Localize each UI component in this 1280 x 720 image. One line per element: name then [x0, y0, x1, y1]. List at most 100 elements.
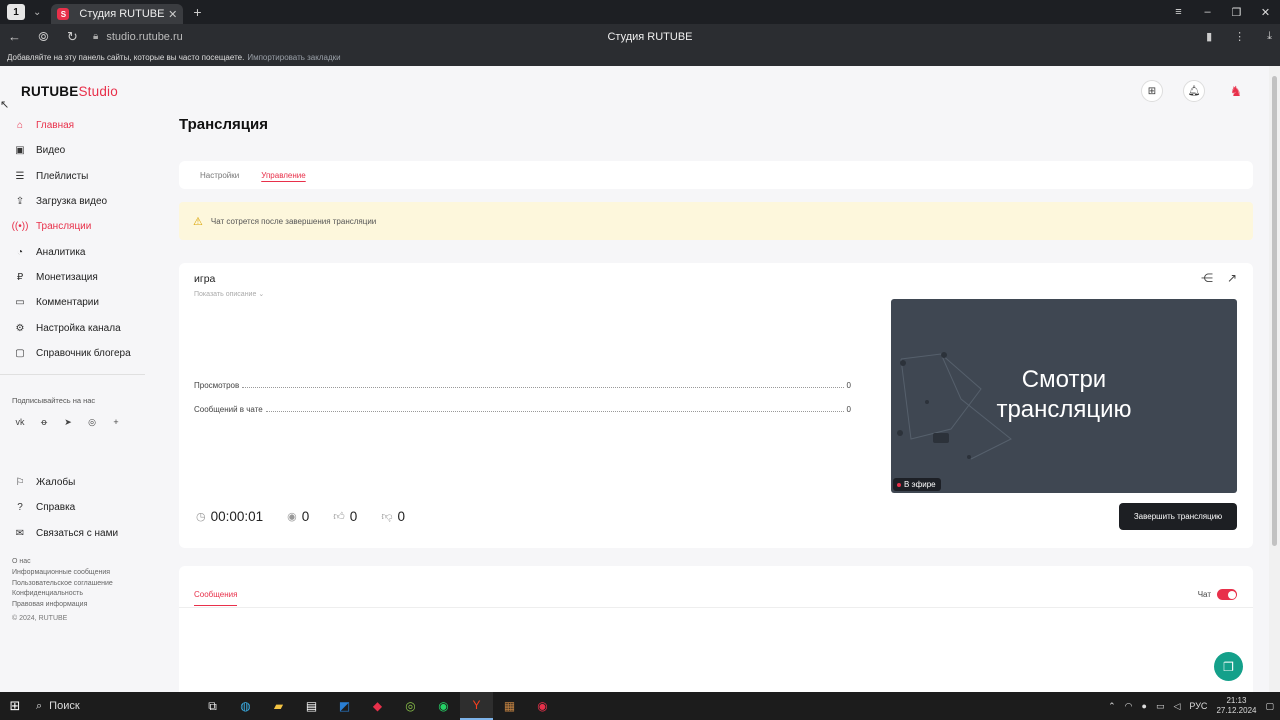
app-green-icon[interactable]: ◎	[394, 692, 427, 720]
sidebar-item-label: Справка	[36, 502, 76, 514]
page-scrollbar[interactable]	[1269, 66, 1280, 692]
stream-player[interactable]: Смотри трансляцию В эфире	[891, 299, 1237, 493]
whatsapp-icon[interactable]: ◉	[427, 692, 460, 720]
microphone-icon[interactable]: ●	[1142, 701, 1147, 711]
sidebar-item-channel-settings[interactable]: ⚙ Настройка канала	[0, 315, 145, 340]
browser-tab-bar: 1 ⌄ S Студия RUTUBE ✕ + ≡ – ❐ ✕	[0, 0, 1280, 24]
sidebar-item-contact[interactable]: ✉ Связаться с нами	[0, 521, 145, 546]
footer-link[interactable]: Правовая информация	[12, 600, 113, 611]
duration-value: 00:00:01	[210, 509, 264, 524]
sidebar-item-label: Связаться с нами	[36, 527, 119, 539]
sidebar-item-analytics[interactable]: ◔ Аналитика	[0, 239, 145, 264]
sidebar-item-home[interactable]: ⌂ Главная	[0, 113, 145, 138]
sidebar-item-label: Жалобы	[36, 477, 76, 489]
task-view-icon[interactable]: ⧉	[196, 692, 229, 720]
volume-icon[interactable]: ◁	[1173, 701, 1180, 712]
close-window-icon[interactable]: ✕	[1251, 6, 1280, 19]
keyboard-language[interactable]: РУС	[1189, 701, 1207, 711]
camera-icon[interactable]: ▭	[1156, 701, 1165, 712]
yandex-browser-icon[interactable]: Y	[460, 692, 493, 720]
sidebar-item-label: Аналитика	[36, 246, 86, 258]
rutube-favicon-icon: S	[57, 8, 70, 20]
tray-expand-icon[interactable]: ⌃	[1108, 701, 1116, 712]
share-icon[interactable]: ⋲	[1201, 271, 1213, 285]
messages-card: Сообщения Чат	[179, 566, 1253, 692]
download-icon[interactable]: ⤓	[1267, 30, 1272, 43]
warning-text: Чат сотрется после завершения трансляции	[210, 216, 377, 226]
stat-value: 0	[846, 405, 851, 414]
app-record-icon[interactable]: ◉	[526, 692, 559, 720]
edge-icon[interactable]: ◍	[229, 692, 262, 720]
end-stream-button[interactable]: Завершить трансляцию	[1119, 503, 1237, 530]
tab-messages[interactable]: Сообщения	[194, 590, 238, 606]
bookmarks-bar: Добавляйте на эту панель сайты, которые …	[0, 49, 1280, 66]
menu-icon[interactable]: ≡	[1164, 6, 1193, 18]
more-socials-icon[interactable]: +	[110, 417, 122, 428]
sidebar-item-label: Монетизация	[36, 271, 98, 283]
taskbar-apps: ⧉ ◍ ▰ ▤ ◩ ◆ ◎ ◉ Y ▦ ◉	[196, 692, 559, 720]
ok-icon[interactable]: ꝋ	[38, 417, 50, 428]
sidebar-item-upload[interactable]: ⇪ Загрузка видео	[0, 189, 145, 214]
vk-icon[interactable]: vk	[14, 417, 26, 428]
taskbar-search[interactable]: ⌕ Поиск	[36, 700, 166, 713]
taskbar-clock[interactable]: 21:13 27.12.2024	[1216, 696, 1256, 716]
windows-start-icon[interactable]: ⊞	[0, 698, 30, 714]
viber-icon[interactable]: ◎	[86, 417, 98, 428]
sidebar-item-blogger-guide[interactable]: ▢ Справочник блогера	[0, 341, 145, 366]
footer-link[interactable]: О нас	[12, 557, 113, 568]
import-bookmarks-link[interactable]: Импортировать закладки	[247, 53, 340, 62]
tab-management[interactable]: Управление	[261, 171, 305, 180]
support-chat-button[interactable]: ❐	[1214, 652, 1243, 681]
scrollbar-thumb[interactable]	[1272, 76, 1277, 546]
app-brown-icon[interactable]: ▦	[493, 692, 526, 720]
workspace-badge[interactable]: 1	[7, 4, 25, 20]
outlook-icon[interactable]: ◩	[328, 692, 361, 720]
more-icon[interactable]: ⋮	[1234, 30, 1245, 43]
likes-value: 0	[349, 509, 358, 524]
file-explorer-icon[interactable]: ▰	[262, 692, 295, 720]
chat-switch[interactable]	[1217, 589, 1237, 600]
maximize-icon[interactable]: ❐	[1222, 6, 1251, 19]
rutube-studio-logo[interactable]: RUTUBEStudio	[21, 84, 118, 99]
create-icon[interactable]: ⊞	[1141, 80, 1163, 102]
footer-link[interactable]: Конфиденциальность	[12, 589, 113, 600]
stat-label: Сообщений в чате	[194, 405, 263, 414]
network-icon[interactable]: ◠	[1125, 701, 1133, 712]
sidebar-item-monetization[interactable]: ₽ Монетизация	[0, 265, 145, 290]
warning-icon: ⚠	[193, 215, 203, 228]
bookmark-icon[interactable]: ▮	[1206, 30, 1212, 43]
browser-tab[interactable]: S Студия RUTUBE ✕	[51, 4, 184, 24]
stream-card-actions: ⋲ ↗	[1201, 271, 1237, 285]
ruble-icon: ₽	[16, 271, 24, 283]
new-tab-icon[interactable]: +	[193, 4, 201, 20]
sidebar-item-broadcasts[interactable]: ((•)) Трансляции	[0, 214, 145, 239]
player-text-line-2: трансляцию	[996, 396, 1132, 423]
sidebar-secondary: ⚐ Жалобы ? Справка ✉ Связаться с нами	[0, 470, 145, 546]
close-tab-icon[interactable]: ✕	[168, 8, 177, 21]
likes-counter: 👍︎ 0	[333, 509, 357, 524]
app-red-icon[interactable]: ◆	[361, 692, 394, 720]
notifications-icon[interactable]: 🔔︎	[1183, 80, 1205, 102]
external-link-icon[interactable]: ↗	[1227, 271, 1237, 285]
sidebar-item-complaints[interactable]: ⚐ Жалобы	[0, 470, 145, 495]
avatar[interactable]: ♞	[1225, 80, 1247, 102]
sidebar-item-playlists[interactable]: ☰ Плейлисты	[0, 164, 145, 189]
footer-link[interactable]: Пользовательское соглашение	[12, 579, 113, 590]
minimize-icon[interactable]: –	[1193, 6, 1222, 18]
store-icon[interactable]: ▤	[295, 692, 328, 720]
sidebar-item-label: Комментарии	[36, 297, 99, 309]
show-description-link[interactable]: Показать описание ⌄	[194, 290, 264, 298]
home-icon: ⌂	[16, 120, 24, 132]
chevron-down-icon[interactable]: ⌄	[33, 7, 41, 18]
sidebar-item-comments[interactable]: ▭ Комментарии	[0, 290, 145, 315]
duration-counter: ◷ 00:00:01	[196, 509, 263, 524]
broadcast-icon: ((•))	[11, 221, 29, 233]
notifications-center-icon[interactable]: ▢	[1265, 701, 1274, 712]
footer-link[interactable]: Информационные сообщения	[12, 568, 113, 579]
dotted-leader	[242, 382, 844, 388]
sidebar-item-video[interactable]: ▣ Видео	[0, 138, 145, 163]
tab-settings[interactable]: Настройки	[200, 171, 239, 180]
telegram-icon[interactable]: ➤	[62, 417, 74, 428]
viewers-value: 0	[301, 509, 310, 524]
sidebar-item-help[interactable]: ? Справка	[0, 495, 145, 520]
